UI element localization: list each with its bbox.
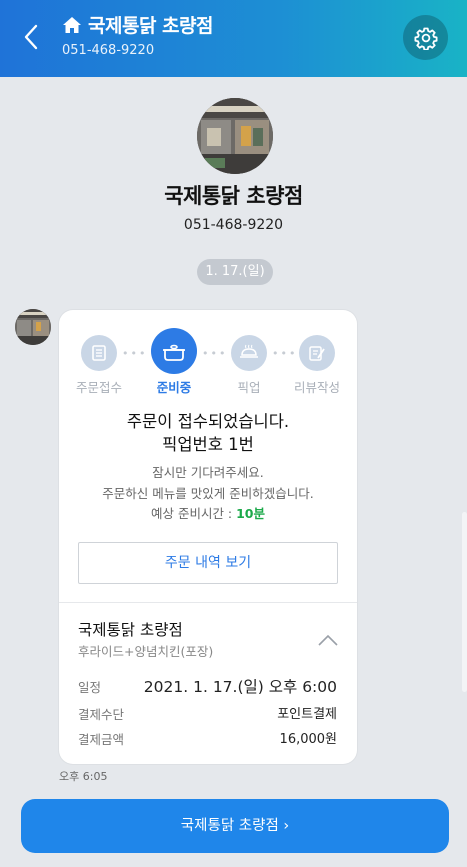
cooking-pot-icon — [151, 328, 197, 374]
step-order-received: 주문접수 — [69, 331, 129, 396]
chevron-up-icon — [318, 634, 338, 646]
prep-time-row: 예상 준비시간 : 10분 — [59, 504, 357, 525]
prep-time-value: 10분 — [236, 506, 266, 521]
step-label: 주문접수 — [75, 380, 122, 395]
collapse-button[interactable] — [317, 632, 339, 646]
detail-menu: 후라이드+양념치킨(포장) — [78, 644, 214, 659]
prep-time-label: 예상 준비시간 : — [150, 506, 237, 521]
step-label: 준비중 — [156, 380, 192, 395]
step-label: 픽업 — [237, 380, 261, 395]
order-status-card: 주문접수 준비중 픽업 리뷰작성 주문이 접수되었습니다. 픽업번호 1번 잠시… — [59, 310, 357, 764]
step-write-review: 리뷰작성 — [287, 331, 347, 396]
step-connector: ••• — [122, 347, 148, 360]
back-button[interactable] — [18, 22, 46, 52]
order-message-title: 주문이 접수되었습니다. 픽업번호 1번 — [59, 410, 357, 456]
message-timestamp: 오후 6:05 — [59, 770, 108, 783]
detail-store-name: 국제통닭 초량점 — [78, 621, 183, 639]
gear-icon — [414, 27, 437, 50]
chat-avatar[interactable] — [15, 309, 51, 345]
payment-method-value: 포인트결제 — [277, 707, 337, 722]
header-phone[interactable]: 051-468-9220 — [62, 43, 154, 58]
schedule-label: 일정 — [78, 680, 102, 695]
store-profile-photo[interactable] — [197, 98, 273, 174]
date-divider: 1. 17.(일) — [197, 259, 273, 285]
store-home-button[interactable]: 국제통닭 초량점 › — [21, 799, 449, 853]
step-pickup: 픽업 — [219, 331, 279, 396]
review-pen-icon — [299, 335, 335, 371]
pickup-number-text: 픽업번호 1번 — [162, 435, 254, 454]
home-icon — [62, 15, 82, 35]
app-header: 국제통닭 초량점 051-468-9220 — [0, 0, 467, 77]
step-preparing: 준비중 — [144, 328, 204, 396]
payment-amount-value: 16,000원 — [279, 732, 337, 747]
schedule-value: 2021. 1. 17.(일) 오후 6:00 — [143, 678, 337, 696]
step-label: 리뷰작성 — [293, 380, 340, 395]
header-title: 국제통닭 초량점 — [88, 15, 213, 37]
view-order-details-button[interactable]: 주문 내역 보기 — [78, 542, 338, 584]
payment-amount-label: 결제금액 — [78, 732, 125, 747]
scrollbar[interactable] — [462, 512, 467, 692]
receipt-icon — [81, 335, 117, 371]
preparing-text: 주문하신 메뉴를 맛있게 준비하겠습니다. — [102, 485, 314, 501]
store-name: 국제통닭 초량점 — [164, 184, 303, 208]
card-divider — [59, 602, 357, 603]
step-connector: ••• — [272, 347, 298, 360]
chevron-left-icon — [24, 24, 38, 50]
settings-button[interactable] — [403, 15, 448, 60]
order-received-text: 주문이 접수되었습니다. — [126, 412, 290, 431]
store-phone[interactable]: 051-468-9220 — [0, 217, 467, 233]
order-message-sub: 잠시만 기다려주세요. 주문하신 메뉴를 맛있게 준비하겠습니다. 예상 준비시… — [59, 463, 357, 525]
wait-text: 잠시만 기다려주세요. — [152, 465, 264, 480]
step-connector: ••• — [202, 347, 228, 360]
food-tray-icon — [231, 335, 267, 371]
payment-method-label: 결제수단 — [78, 707, 125, 722]
